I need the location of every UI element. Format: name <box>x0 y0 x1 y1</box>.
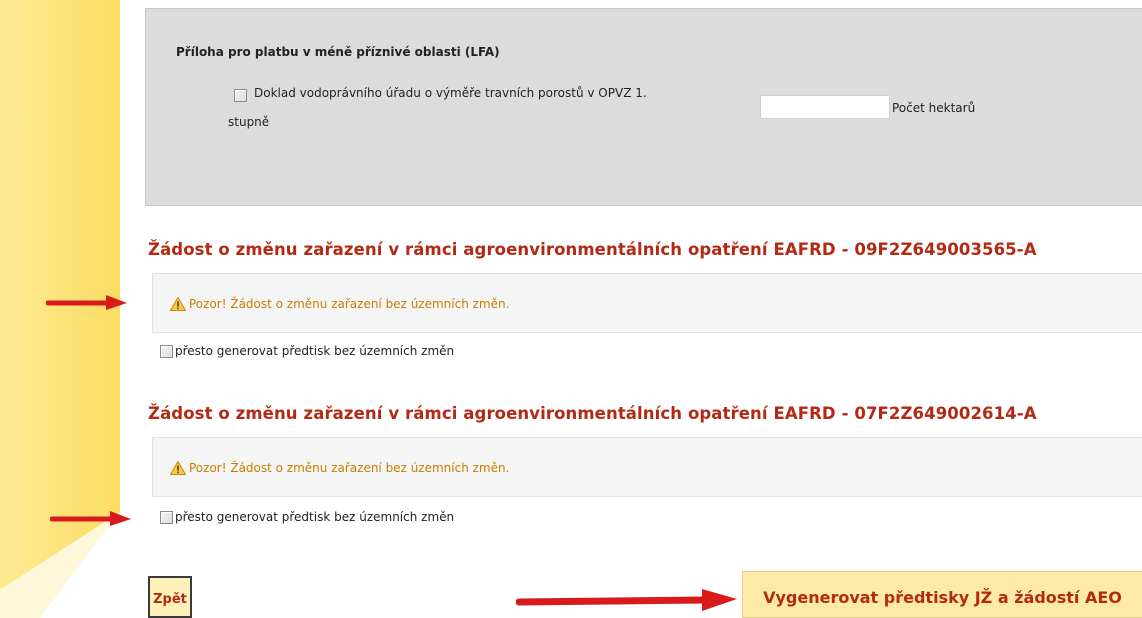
water-authority-doc-label-cont: stupně <box>228 115 270 129</box>
request-heading-1: Žádost o změnu zařazení v rámci agroenvi… <box>148 240 1037 259</box>
lfa-attachment-panel: Příloha pro platbu v méně příznivé oblas… <box>145 8 1142 206</box>
warning-message-1: Pozor! Žádost o změnu zařazení bez územn… <box>170 297 509 311</box>
warning-text-1: Pozor! Žádost o změnu zařazení bez územn… <box>189 297 510 311</box>
water-authority-doc-checkbox[interactable] <box>234 89 247 102</box>
generate-anyway-label-1: přesto generovat předtisk bez územních z… <box>175 344 455 358</box>
hectare-count-input[interactable] <box>760 95 890 119</box>
warning-message-2: Pozor! Žádost o změnu zařazení bez územn… <box>170 461 509 475</box>
warning-box-1: Pozor! Žádost o změnu zařazení bez územn… <box>152 273 1142 333</box>
red-arrow-icon <box>46 295 127 310</box>
generate-anyway-row-2: přesto generovat předtisk bez územních z… <box>160 510 454 524</box>
hectare-count-label: Počet hektarů <box>892 101 976 115</box>
red-arrow-icon <box>516 589 737 611</box>
warning-triangle-icon <box>170 297 186 311</box>
water-authority-doc-label: Doklad vodoprávního úřadu o výměře travn… <box>254 86 647 100</box>
back-button[interactable]: Zpět <box>148 576 192 618</box>
generate-anyway-checkbox-2[interactable] <box>160 510 173 524</box>
generate-anyway-checkbox-1[interactable] <box>160 344 173 358</box>
request-heading-2: Žádost o změnu zařazení v rámci agroenvi… <box>148 404 1037 423</box>
generate-preprints-button[interactable]: Vygenerovat předtisky JŽ a žádostí AEO <box>742 571 1142 618</box>
red-arrow-icon <box>50 511 131 526</box>
generate-preprints-label: Vygenerovat předtisky JŽ a žádostí AEO <box>763 588 1122 607</box>
warning-box-2: Pozor! Žádost o změnu zařazení bez územn… <box>152 437 1142 497</box>
back-button-label: Zpět <box>153 591 187 607</box>
warning-text-2: Pozor! Žádost o změnu zařazení bez územn… <box>189 461 510 475</box>
warning-triangle-icon <box>170 461 186 475</box>
generate-anyway-row-1: přesto generovat předtisk bez územních z… <box>160 344 454 358</box>
generate-anyway-label-2: přesto generovat předtisk bez územních z… <box>175 510 455 524</box>
lfa-title: Příloha pro platbu v méně příznivé oblas… <box>176 45 500 59</box>
